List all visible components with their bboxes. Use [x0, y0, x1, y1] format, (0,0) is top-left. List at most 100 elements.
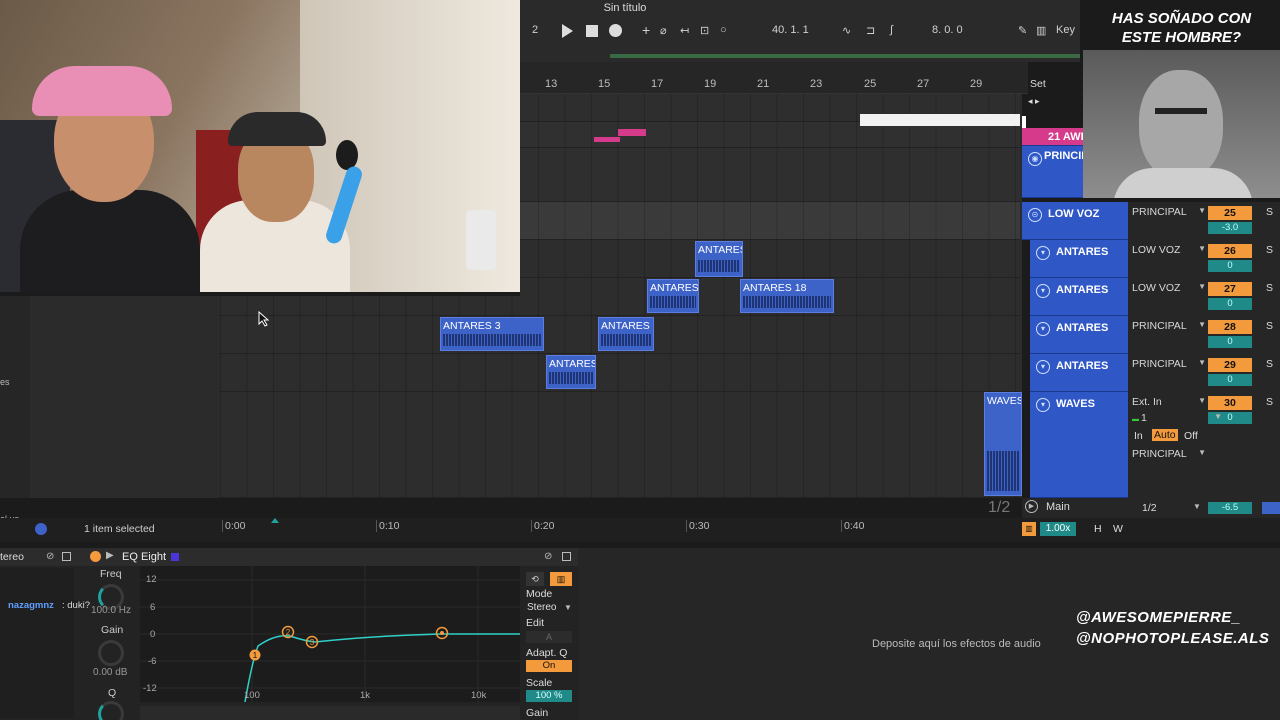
w-button[interactable]: W: [1113, 523, 1123, 535]
track-header[interactable]: ▾ ANTARES: [1030, 316, 1128, 354]
main-volume[interactable]: -6.5: [1208, 502, 1252, 514]
gain-knob[interactable]: [98, 640, 124, 666]
input-select[interactable]: PRINCIPAL ▼: [1132, 320, 1206, 332]
eq-band-handle[interactable]: 1: [249, 649, 261, 661]
metronome-icon[interactable]: ○: [720, 24, 727, 36]
audio-clip[interactable]: ANTARES 6: [598, 317, 654, 351]
solo-button[interactable]: S: [1266, 282, 1273, 294]
overview-bar[interactable]: [610, 54, 1080, 58]
monitor-off[interactable]: Off: [1184, 430, 1198, 442]
track-number[interactable]: 28: [1208, 320, 1252, 334]
punch-icon[interactable]: ⊐: [866, 24, 875, 37]
h-button[interactable]: H: [1094, 523, 1102, 535]
monitor-in[interactable]: In: [1134, 430, 1143, 442]
mode-select[interactable]: Stereo: [527, 602, 556, 613]
track-header[interactable]: ▾ ANTARES: [1030, 278, 1128, 316]
audio-clip[interactable]: ANTARES 3: [440, 317, 544, 351]
solo-button[interactable]: S: [1266, 396, 1273, 408]
hotswap-icon[interactable]: ⊘: [46, 551, 54, 562]
fold-icon[interactable]: ▾: [1036, 284, 1050, 298]
automation-icon[interactable]: ∫: [890, 24, 893, 36]
track-header[interactable]: ▾ WAVES: [1030, 392, 1128, 498]
track-header[interactable]: ⊝ LOW VOZ: [1022, 202, 1128, 240]
track-header[interactable]: ▾ ANTARES: [1030, 240, 1128, 278]
edit-toggle[interactable]: A: [526, 631, 572, 643]
track-volume[interactable]: 0: [1208, 336, 1252, 348]
scale-value[interactable]: 100 %: [526, 690, 572, 702]
adaptive-q-toggle[interactable]: On: [526, 660, 572, 672]
locator-nav-icon[interactable]: ◂ ▸: [1028, 96, 1040, 107]
record-icon[interactable]: [609, 24, 622, 37]
audio-clip[interactable]: ANTARES: [695, 241, 743, 277]
solo-button[interactable]: S: [1266, 244, 1273, 256]
loop-icon[interactable]: ⊡: [700, 24, 709, 37]
loop-length[interactable]: 8. 0. 0: [932, 24, 963, 36]
oversampling-icon[interactable]: ⟲: [526, 572, 544, 586]
input-select[interactable]: LOW VOZ ▼: [1132, 244, 1206, 256]
group-icon[interactable]: ◉: [1028, 152, 1042, 166]
track-number[interactable]: 27: [1208, 282, 1252, 296]
device-play-icon[interactable]: ▶: [106, 550, 114, 561]
audio-clip[interactable]: ANTARES 18: [740, 279, 834, 313]
fold-icon[interactable]: ▾: [1036, 322, 1050, 336]
audio-clip[interactable]: ANTARES: [546, 355, 596, 389]
track-volume[interactable]: 0: [1208, 374, 1252, 386]
monitor-auto[interactable]: Auto: [1152, 429, 1178, 441]
fold-icon[interactable]: ▾: [1036, 360, 1050, 374]
channel-select[interactable]: ▬ 1 ▼: [1132, 412, 1222, 424]
main-output-select[interactable]: 1/2: [1142, 502, 1157, 514]
track-volume[interactable]: -3.0: [1208, 222, 1252, 234]
hotswap-icon[interactable]: ⊘: [544, 551, 552, 562]
link-icon[interactable]: ⌀: [660, 24, 667, 37]
time-ruler[interactable]: [0, 518, 1280, 542]
solo-button[interactable]: S: [1266, 320, 1273, 332]
arrow-icon[interactable]: ↤: [680, 24, 689, 37]
freq-value[interactable]: 100.0 Hz: [91, 605, 131, 616]
beat-ruler[interactable]: [520, 62, 1028, 94]
main-play-icon[interactable]: ▶: [1025, 500, 1038, 513]
solo-button[interactable]: S: [1266, 358, 1273, 370]
save-icon[interactable]: [562, 552, 571, 561]
input-select[interactable]: LOW VOZ ▼: [1132, 282, 1206, 294]
save-icon[interactable]: [62, 552, 71, 561]
song-position[interactable]: 40. 1. 1: [772, 24, 809, 36]
keys-icon[interactable]: ▥: [1036, 24, 1046, 37]
midi-note[interactable]: [618, 129, 646, 136]
fold-icon[interactable]: ⊝: [1028, 208, 1042, 222]
eq-graph[interactable]: 1 2 3: [140, 566, 520, 702]
gain-value[interactable]: 0.00 dB: [93, 667, 127, 678]
band-filter-row[interactable]: [140, 706, 520, 720]
curve-icon[interactable]: ∿: [842, 24, 851, 37]
output-select[interactable]: PRINCIPAL ▼: [1132, 448, 1206, 460]
count-in[interactable]: 2: [532, 24, 538, 36]
audio-clip[interactable]: ANTARES 1: [647, 279, 699, 313]
input-select[interactable]: Ext. In ▼: [1132, 396, 1206, 408]
midi-clip[interactable]: [860, 114, 1020, 126]
audio-clip[interactable]: WAVES: [984, 392, 1022, 496]
track-volume[interactable]: 0: [1208, 260, 1252, 272]
start-marker[interactable]: [271, 518, 279, 523]
fold-icon[interactable]: ▾: [1036, 246, 1050, 260]
follow-icon[interactable]: ▥: [1022, 522, 1036, 536]
add-icon[interactable]: +: [642, 22, 650, 38]
info-icon[interactable]: [35, 523, 47, 535]
spectrum-icon[interactable]: ▥: [550, 572, 572, 586]
track-number[interactable]: 25: [1208, 206, 1252, 220]
set-locator-button[interactable]: Set: [1030, 78, 1046, 90]
track-number[interactable]: 30: [1208, 396, 1252, 410]
key-map-button[interactable]: Key: [1056, 24, 1075, 36]
midi-note[interactable]: [594, 137, 620, 142]
input-select[interactable]: PRINCIPAL ▼: [1132, 206, 1206, 218]
play-icon[interactable]: [562, 24, 573, 38]
draw-icon[interactable]: ✎: [1018, 24, 1027, 37]
track-header[interactable]: ▾ ANTARES: [1030, 354, 1128, 392]
q-knob[interactable]: [98, 701, 124, 720]
stop-icon[interactable]: [586, 25, 598, 37]
fold-icon[interactable]: ▾: [1036, 398, 1050, 412]
track-number[interactable]: 29: [1208, 358, 1252, 372]
track-volume[interactable]: 0: [1208, 298, 1252, 310]
device-power-icon[interactable]: [90, 551, 101, 562]
main-pan[interactable]: [1262, 502, 1280, 514]
solo-button[interactable]: S: [1266, 206, 1273, 218]
input-select[interactable]: PRINCIPAL ▼: [1132, 358, 1206, 370]
